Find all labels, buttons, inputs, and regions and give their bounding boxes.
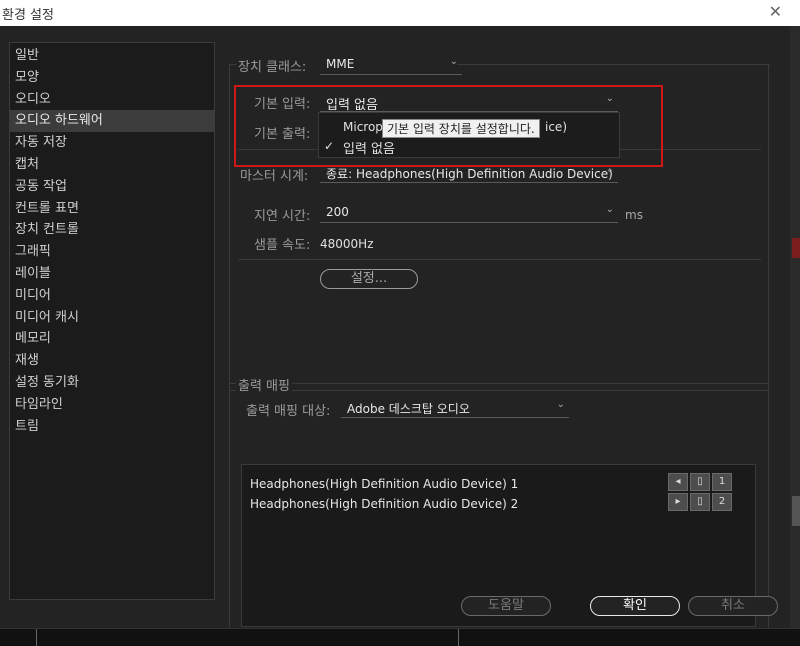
master-clock-dropdown[interactable]: 종료: Headphones(High Definition Audio Dev…: [320, 163, 618, 183]
speaker-right-icon[interactable]: ▸: [668, 493, 688, 511]
master-clock-value: 종료: Headphones(High Definition Audio Dev…: [326, 167, 613, 181]
mapping-row-label: Headphones(High Definition Audio Device)…: [250, 497, 519, 511]
channel-map-icon[interactable]: ▯: [690, 473, 710, 491]
default-input-value: 입력 없음: [326, 98, 378, 113]
latency-dropdown[interactable]: 200 ⌄: [320, 203, 618, 223]
section-divider: [238, 259, 761, 260]
title-bar: 환경 설정 ✕: [0, 0, 800, 26]
background-strip: [790, 26, 800, 646]
latency-label: 지연 시간:: [252, 205, 313, 224]
cancel-button[interactable]: 취소: [688, 596, 778, 616]
sidebar-item[interactable]: 공동 작업: [10, 176, 214, 198]
sidebar-item[interactable]: 설정 동기화: [10, 372, 214, 394]
channel-number[interactable]: 2: [712, 493, 732, 511]
sidebar-item[interactable]: 오디오: [10, 89, 214, 111]
sidebar-item[interactable]: 재생: [10, 350, 214, 372]
sample-rate-label: 샘플 속도:: [252, 234, 313, 253]
sidebar-item[interactable]: 메모리: [10, 328, 214, 350]
chevron-down-icon: ⌄: [605, 164, 614, 175]
sidebar: 일반 모양 오디오 오디오 하드웨어 자동 저장 캡처 공동 작업 컨트롤 표면 장치 컨트롤 그…: [9, 42, 215, 600]
ok-button[interactable]: 확인: [590, 596, 680, 616]
sidebar-item[interactable]: 오디오 하드웨어: [10, 110, 214, 133]
channel-number[interactable]: 1: [712, 473, 732, 491]
latency-value: 200: [326, 205, 349, 219]
device-class-dropdown[interactable]: MME ⌄: [320, 55, 462, 75]
sidebar-item[interactable]: 컨트롤 표면: [10, 198, 214, 220]
tooltip: 기본 입력 장치를 설정합니다.: [382, 119, 540, 138]
device-class-value: MME: [326, 57, 355, 71]
chevron-down-icon: ⌄: [605, 93, 614, 104]
output-target-value: Adobe 데스크탑 오디오: [347, 402, 470, 416]
channel-map-icon[interactable]: ▯: [690, 493, 710, 511]
sidebar-item[interactable]: 레이블: [10, 263, 214, 285]
sidebar-item[interactable]: 트림: [10, 416, 214, 438]
device-class-label: 장치 클래스:: [236, 56, 309, 75]
default-input-label: 기본 입력:: [252, 93, 313, 112]
sidebar-item[interactable]: 자동 저장: [10, 132, 214, 154]
sidebar-item[interactable]: 미디어: [10, 285, 214, 307]
help-button[interactable]: 도움말: [461, 596, 551, 616]
sidebar-item[interactable]: 타임라인: [10, 394, 214, 416]
chevron-down-icon: ⌄: [556, 399, 565, 410]
sidebar-item[interactable]: 일반: [10, 45, 214, 67]
timeline-tick: [458, 629, 459, 646]
timeline-tick: [36, 629, 37, 646]
default-input-dropdown[interactable]: 입력 없음 ⌄: [320, 92, 618, 113]
mapping-row-label: Headphones(High Definition Audio Device)…: [250, 477, 519, 491]
checkmark-icon: ✓: [324, 139, 335, 153]
output-target-label: 출력 매핑 대상:: [244, 400, 333, 419]
speaker-left-icon[interactable]: ◂: [668, 473, 688, 491]
background-timeline-strip: [0, 628, 800, 646]
output-target-dropdown[interactable]: Adobe 데스크탑 오디오 ⌄: [341, 398, 569, 418]
master-clock-label: 마스터 시계:: [238, 165, 311, 184]
output-mapping-label: 출력 매핑: [236, 375, 292, 394]
close-icon[interactable]: ✕: [769, 2, 782, 21]
settings-button[interactable]: 설정...: [320, 269, 418, 289]
sample-rate-value: 48000Hz: [320, 237, 374, 251]
chevron-down-icon: ⌄: [449, 56, 458, 67]
background-mark: [792, 496, 800, 526]
sidebar-item[interactable]: 그래픽: [10, 241, 214, 263]
chevron-down-icon: ⌄: [605, 204, 614, 215]
menu-item-no-input[interactable]: ✓ 입력 없음: [319, 136, 619, 157]
background-mark: [792, 238, 800, 258]
sidebar-item[interactable]: 모양: [10, 67, 214, 89]
group-top-border: [457, 64, 770, 65]
sidebar-item[interactable]: 캡처: [10, 154, 214, 176]
window-title: 환경 설정: [2, 8, 54, 23]
sidebar-item[interactable]: 미디어 캐시: [10, 307, 214, 329]
latency-unit: ms: [625, 208, 643, 222]
sidebar-item[interactable]: 장치 컨트롤: [10, 219, 214, 241]
menu-item-microphone-suffix: ice): [545, 120, 567, 134]
default-output-label: 기본 출력:: [252, 123, 313, 142]
menu-item-no-input-label: 입력 없음: [343, 142, 395, 157]
